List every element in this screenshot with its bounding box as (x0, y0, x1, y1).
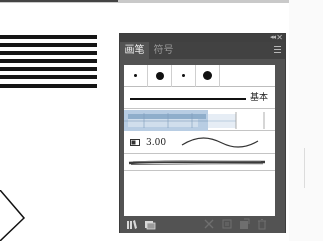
canvas-right-mark (304, 148, 323, 188)
stripe (0, 43, 97, 48)
basic-brush-stroke (130, 98, 246, 100)
close-icon[interactable]: ✕ (276, 33, 283, 42)
diamond-shape-artwork (0, 190, 26, 241)
stripe (0, 35, 97, 39)
panel-menu-icon[interactable] (274, 46, 281, 54)
pattern-brush-preview (124, 110, 265, 131)
basic-brush-label: 基本 (250, 93, 269, 103)
width-profile-brush-row[interactable]: 3.00 (124, 132, 275, 154)
striped-artwork (0, 35, 97, 91)
brush-libraries-icon[interactable] (126, 218, 138, 230)
remove-brush-stroke-icon[interactable] (203, 218, 215, 230)
panel-tab-bar: 画笔 符号 (120, 42, 285, 59)
tab-symbols[interactable]: 符号 (151, 42, 176, 59)
brush-list: 基本 3.00 (124, 65, 275, 217)
canvas-right-area (289, 0, 323, 241)
brush-dot (203, 71, 212, 80)
brush-dot (182, 74, 185, 77)
bristle-stroke-preview (128, 160, 266, 165)
collapse-arrows-icon[interactable]: ◂◂ (270, 33, 276, 42)
calligraphic-brush-large[interactable] (196, 65, 220, 87)
brushes-panel: ◂◂ ✕ 画笔 符号 基本 3.00 (119, 33, 286, 233)
pattern-brush-row[interactable] (124, 110, 275, 131)
stripe (0, 75, 97, 80)
brush-type-icon (130, 139, 140, 146)
stripe (0, 59, 97, 64)
calligraphic-brush-row (124, 65, 275, 87)
options-icon[interactable] (221, 218, 233, 230)
panel-title-bar[interactable]: ◂◂ ✕ (120, 33, 285, 42)
stripe (0, 51, 97, 56)
brush-dot (134, 74, 137, 77)
basic-brush-row[interactable]: 基本 (124, 88, 275, 109)
panel-footer-toolbar (120, 216, 285, 233)
canvas-top-stroke (0, 0, 118, 2)
tab-brushes[interactable]: 画笔 (120, 42, 149, 59)
calligraphic-brush-large[interactable] (148, 65, 172, 87)
stripe (0, 83, 97, 88)
calligraphic-brush-small[interactable] (124, 65, 148, 87)
delete-brush-icon[interactable] (256, 218, 268, 230)
wave-stroke-preview (181, 137, 259, 148)
stripe (0, 67, 97, 72)
bristle-brush-row[interactable] (124, 155, 275, 171)
brush-dot (156, 72, 164, 80)
libraries-panel-icon[interactable] (144, 218, 156, 230)
brush-width-value: 3.00 (146, 138, 167, 148)
calligraphic-brush-small[interactable] (172, 65, 196, 87)
new-brush-icon[interactable] (238, 218, 250, 230)
